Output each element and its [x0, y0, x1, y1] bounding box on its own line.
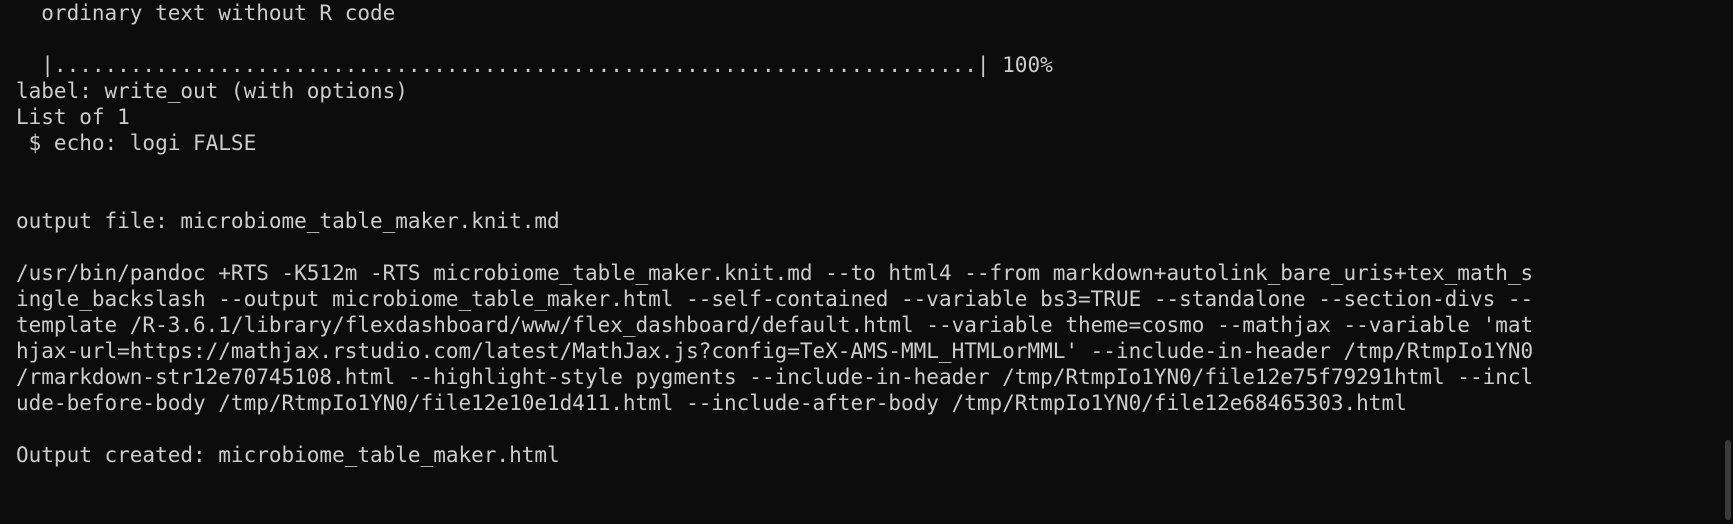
output-created-line: Output created: microbiome_table_maker.h…: [16, 443, 560, 467]
terminal-line: ordinary text without R code: [16, 1, 396, 25]
pandoc-command-line: template /R-3.6.1/library/flexdashboard/…: [16, 313, 1534, 337]
pandoc-command-line: /usr/bin/pandoc +RTS -K512m -RTS microbi…: [16, 261, 1534, 285]
pandoc-command-line: ude-before-body /tmp/RtmpIo1YN0/file12e1…: [16, 391, 1407, 415]
pandoc-command-line: hjax-url=https://mathjax.rstudio.com/lat…: [16, 339, 1534, 363]
terminal-line: label: write_out (with options): [16, 79, 408, 103]
scrollbar-thumb[interactable]: [1725, 440, 1731, 520]
progress-bar-line: |.......................................…: [16, 53, 1053, 77]
pandoc-command-line: ingle_backslash --output microbiome_tabl…: [16, 287, 1534, 311]
terminal-line: List of 1: [16, 105, 130, 129]
terminal-line: output file: microbiome_table_maker.knit…: [16, 209, 560, 233]
terminal-window[interactable]: ordinary text without R code |..........…: [0, 0, 1733, 524]
terminal-output: ordinary text without R code |..........…: [16, 0, 1716, 468]
pandoc-command-line: /rmarkdown-str12e70745108.html --highlig…: [16, 365, 1534, 389]
terminal-line: $ echo: logi FALSE: [16, 131, 257, 155]
scrollbar[interactable]: [1723, 0, 1733, 524]
